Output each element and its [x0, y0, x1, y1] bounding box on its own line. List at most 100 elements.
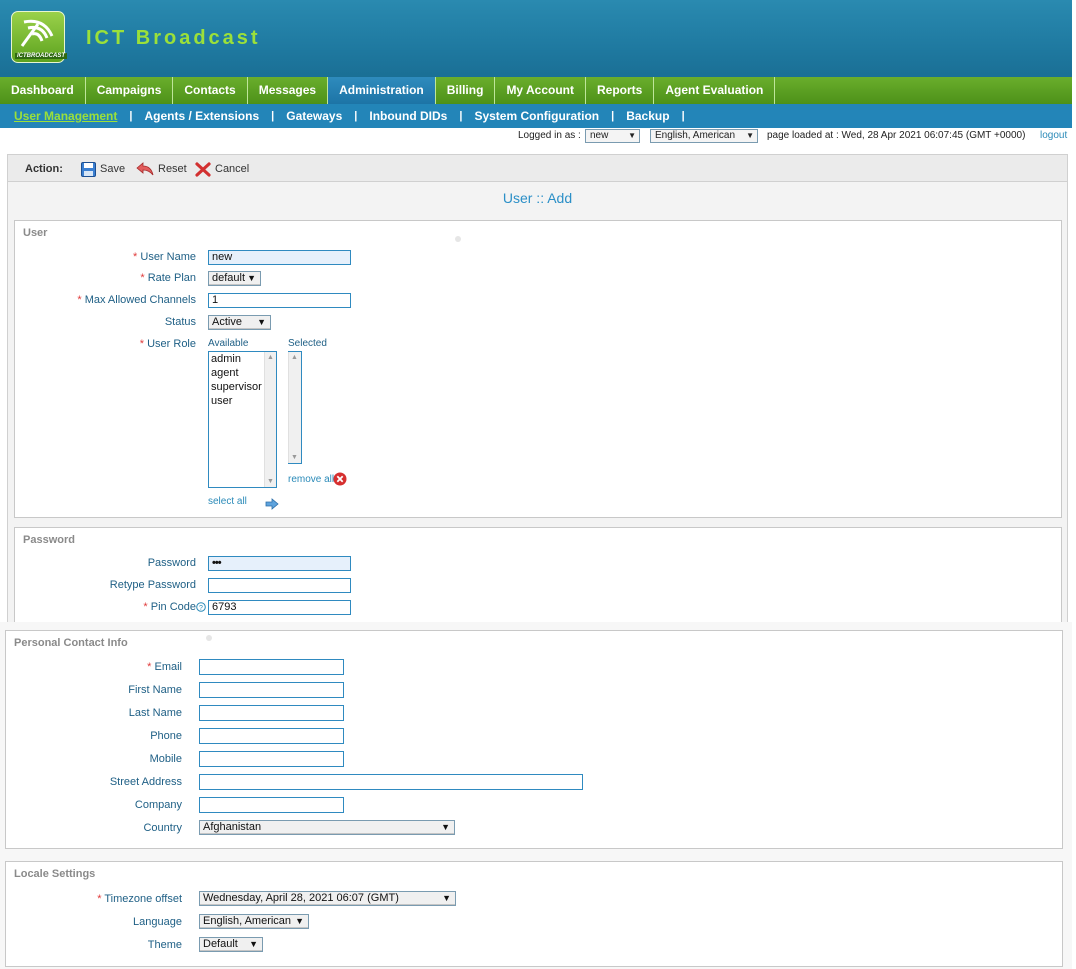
phone-input[interactable] [199, 728, 344, 744]
country-label: Country [143, 822, 182, 834]
broadcast-icon [20, 19, 54, 47]
form-area: User :: Add User * User Name new * Rate … [7, 182, 1068, 622]
subnav-separator: | [611, 110, 615, 122]
chevron-down-icon: ▼ [295, 916, 304, 926]
available-roles-list[interactable]: admin agent supervisor user ▲ ▼ [208, 351, 277, 488]
remove-all-icon[interactable] [333, 472, 347, 486]
cancel-label: Cancel [215, 163, 250, 175]
chevron-down-icon: ▼ [441, 822, 450, 832]
section-title-contact: Personal Contact Info [14, 637, 128, 649]
tab-agent-evaluation[interactable]: Agent Evaluation [654, 77, 776, 104]
chevron-down-icon: ▼ [249, 939, 258, 949]
max-channels-label: * Max Allowed Channels [77, 294, 196, 306]
select-all-link[interactable]: select all [208, 496, 247, 507]
subnav-separator: | [459, 110, 463, 122]
selected-roles-scrollbar[interactable]: ▲ ▼ [288, 352, 301, 463]
contact-section: Personal Contact Info * Email First Name… [5, 630, 1063, 849]
pin-code-label-text: Pin Code [150, 601, 196, 613]
form-title: User :: Add [502, 190, 573, 206]
brand-title: ICT Broadcast [86, 27, 261, 49]
subnav-separator: | [129, 110, 133, 122]
scroll-up-icon[interactable]: ▲ [291, 354, 298, 361]
password-input[interactable]: ••• [208, 556, 351, 571]
street-address-input[interactable] [199, 774, 583, 790]
tab-dashboard[interactable]: Dashboard [0, 77, 86, 104]
last-name-input[interactable] [199, 705, 344, 721]
subnav-gateways[interactable]: Gateways [286, 109, 342, 123]
subnav-user-management[interactable]: User Management [14, 109, 117, 123]
chevron-down-icon: ▼ [746, 131, 754, 140]
status-language-select[interactable]: English, American ▼ [650, 129, 758, 143]
subnav-system-configuration[interactable]: System Configuration [474, 109, 599, 123]
arrow-right-icon[interactable] [265, 498, 279, 510]
undo-arrow-icon [136, 161, 154, 175]
max-channels-input[interactable]: 1 [208, 293, 351, 308]
scroll-up-icon[interactable]: ▲ [267, 354, 274, 361]
chevron-down-icon: ▼ [442, 893, 451, 903]
app-header: ICTBROADCAST ICT Broadcast [0, 0, 1072, 77]
tab-campaigns[interactable]: Campaigns [86, 77, 174, 104]
logged-in-user-select[interactable]: new ▼ [585, 129, 640, 143]
tab-contacts[interactable]: Contacts [173, 77, 248, 104]
street-address-label: Street Address [109, 776, 182, 788]
save-button[interactable]: Save [81, 161, 125, 177]
user-role-label-text: User Role [147, 338, 196, 350]
lower-form-area: Personal Contact Info * Email First Name… [0, 622, 1072, 969]
status-language-value: English, American [655, 130, 736, 141]
section-title-password: Password [23, 534, 75, 546]
tab-administration[interactable]: Administration [328, 77, 436, 104]
scroll-down-icon[interactable]: ▼ [291, 454, 298, 461]
language-select[interactable]: English, American ▼ [199, 914, 309, 929]
timezone-select[interactable]: Wednesday, April 28, 2021 06:07 (GMT) ▼ [199, 891, 456, 906]
logged-in-label: Logged in as : [518, 130, 581, 141]
subnav-backup[interactable]: Backup [626, 109, 669, 123]
pin-code-input[interactable]: 6793 [208, 600, 351, 615]
help-icon[interactable]: ? [196, 602, 206, 612]
tab-messages[interactable]: Messages [248, 77, 329, 104]
logout-link[interactable]: logout [1040, 130, 1067, 141]
floppy-disk-icon [81, 161, 96, 177]
reset-label: Reset [158, 163, 187, 175]
tab-billing[interactable]: Billing [436, 77, 496, 104]
logged-in-user-value: new [590, 130, 609, 141]
theme-select[interactable]: Default ▼ [199, 937, 263, 952]
subnav-separator: | [271, 110, 275, 122]
scroll-down-icon[interactable]: ▼ [267, 478, 274, 485]
password-section: Password Password ••• Retype Password * … [14, 527, 1062, 622]
subnav-agents-extensions[interactable]: Agents / Extensions [144, 109, 259, 123]
email-label: * Email [147, 661, 182, 673]
user-section: User * User Name new * Rate Plan default… [14, 220, 1062, 518]
first-name-label: First Name [128, 684, 182, 696]
section-title-user: User [23, 227, 48, 239]
app-logo[interactable]: ICTBROADCAST [11, 11, 67, 63]
reset-button[interactable]: Reset [136, 161, 187, 177]
save-label: Save [100, 163, 126, 175]
svg-text:?: ? [199, 605, 203, 612]
theme-label: Theme [147, 939, 182, 951]
chevron-down-icon: ▼ [247, 273, 256, 283]
status-value: Active [212, 316, 242, 328]
company-input[interactable] [199, 797, 344, 813]
email-input[interactable] [199, 659, 344, 675]
chevron-down-icon: ▼ [257, 317, 266, 327]
timezone-label: * Timezone offset [97, 893, 182, 905]
tab-my-account[interactable]: My Account [495, 77, 586, 104]
chevron-down-icon: ▼ [628, 131, 636, 140]
status-select[interactable]: Active ▼ [208, 315, 271, 330]
tab-reports[interactable]: Reports [586, 77, 655, 104]
theme-value: Default [203, 938, 238, 950]
timezone-label-text: Timezone offset [104, 893, 182, 905]
selected-roles-list[interactable]: ▲ ▼ [288, 351, 302, 464]
mobile-input[interactable] [199, 751, 344, 767]
last-name-label: Last Name [128, 707, 182, 719]
first-name-input[interactable] [199, 682, 344, 698]
user-name-input[interactable]: new [208, 250, 351, 265]
main-nav: Dashboard Campaigns Contacts Messages Ad… [0, 77, 1072, 104]
subnav-inbound-dids[interactable]: Inbound DIDs [369, 109, 447, 123]
rate-plan-select[interactable]: default ▼ [208, 271, 261, 286]
country-select[interactable]: Afghanistan ▼ [199, 820, 455, 835]
cancel-button[interactable]: Cancel [195, 161, 249, 177]
retype-password-input[interactable] [208, 578, 351, 593]
remove-all-link[interactable]: remove all [288, 474, 334, 485]
available-roles-scrollbar[interactable]: ▲ ▼ [264, 352, 276, 487]
